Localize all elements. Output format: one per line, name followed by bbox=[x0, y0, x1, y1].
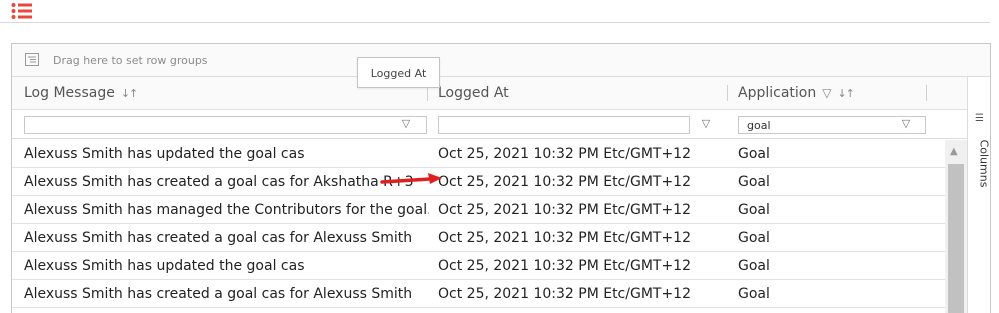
table-row[interactable]: Alexuss Smith has created a goal cas for… bbox=[12, 168, 967, 196]
log-message-cell: Alexuss Smith has managed the Contributo… bbox=[24, 202, 429, 218]
log-message-cell: Alexuss Smith has created a goal cas for… bbox=[24, 174, 414, 190]
filter-icon[interactable]: ▽ bbox=[898, 116, 914, 132]
logged-at-filter-input[interactable] bbox=[438, 116, 690, 134]
application-cell: Goal bbox=[738, 230, 770, 246]
log-message-filter-input[interactable] bbox=[24, 116, 427, 134]
filter-row: ▽ ▽ goal ▽ bbox=[12, 110, 967, 139]
log-grid: Drag here to set row groups Log Message ↓… bbox=[11, 43, 991, 313]
table-row[interactable]: Alexuss Smith has updated the goal cas O… bbox=[12, 252, 967, 280]
log-message-cell: Alexuss Smith has created a goal cas for… bbox=[24, 230, 413, 246]
sort-icon[interactable]: ↓↑ bbox=[837, 87, 854, 100]
table-row[interactable]: Alexuss Smith has managed the Contributo… bbox=[12, 196, 967, 224]
header-label: Application bbox=[738, 85, 817, 101]
grid-body: Alexuss Smith has updated the goal cas O… bbox=[12, 140, 967, 308]
logged-at-cell: Oct 25, 2021 10:32 PM Etc/GMT+12 bbox=[438, 286, 691, 302]
table-row[interactable]: Alexuss Smith has updated the goal cas O… bbox=[12, 140, 967, 168]
header-logged-at[interactable]: Logged At bbox=[438, 77, 509, 110]
top-toolbar bbox=[0, 0, 990, 23]
application-cell: Goal bbox=[738, 258, 770, 274]
logged-at-cell: Oct 25, 2021 10:32 PM Etc/GMT+12 bbox=[438, 174, 691, 190]
table-row[interactable]: Alexuss Smith has created a goal cas for… bbox=[12, 280, 967, 308]
logged-at-cell: Oct 25, 2021 10:32 PM Etc/GMT+12 bbox=[438, 230, 691, 246]
column-resize-handle[interactable] bbox=[926, 85, 927, 101]
table-row[interactable]: Alexuss Smith has created a goal cas for… bbox=[12, 224, 967, 252]
application-cell: Goal bbox=[738, 146, 770, 162]
logged-at-cell: Oct 25, 2021 10:32 PM Etc/GMT+12 bbox=[438, 258, 691, 274]
red-arrow-annotation bbox=[380, 173, 442, 184]
application-cell: Goal bbox=[738, 286, 770, 302]
log-message-cell: Alexuss Smith has updated the goal cas bbox=[24, 258, 305, 274]
header-row: Log Message ↓↑ Logged At Application ▽ ↓↑ bbox=[12, 77, 967, 110]
header-label: Log Message bbox=[24, 85, 115, 101]
scroll-up-icon[interactable]: ▲ bbox=[950, 146, 958, 157]
filter-icon[interactable]: ▽ bbox=[398, 116, 414, 132]
header-application[interactable]: Application ▽ ↓↑ bbox=[738, 77, 855, 110]
vertical-scrollbar[interactable]: ▲ bbox=[945, 140, 967, 313]
header-log-message[interactable]: Log Message ↓↑ bbox=[24, 77, 138, 110]
log-message-cell: Alexuss Smith has created a goal cas for… bbox=[24, 286, 413, 302]
row-group-icon bbox=[25, 53, 39, 66]
header-label: Logged At bbox=[438, 85, 509, 101]
sort-icon[interactable]: ↓↑ bbox=[121, 87, 138, 100]
filter-active-icon[interactable]: ▽ bbox=[822, 86, 831, 100]
application-cell: Goal bbox=[738, 202, 770, 218]
logged-at-cell: Oct 25, 2021 10:32 PM Etc/GMT+12 bbox=[438, 202, 691, 218]
columns-tab[interactable]: ☰ Columns bbox=[972, 113, 991, 203]
columns-icon: ☰ bbox=[975, 113, 984, 124]
list-icon[interactable] bbox=[11, 2, 33, 20]
filter-icon[interactable]: ▽ bbox=[698, 116, 714, 132]
log-message-cell: Alexuss Smith has updated the goal cas bbox=[24, 146, 305, 162]
application-cell: Goal bbox=[738, 174, 770, 190]
row-group-hint: Drag here to set row groups bbox=[53, 54, 208, 67]
header-tooltip: Logged At bbox=[357, 57, 440, 88]
logged-at-cell: Oct 25, 2021 10:32 PM Etc/GMT+12 bbox=[438, 146, 691, 162]
scrollbar-thumb[interactable] bbox=[948, 164, 964, 313]
columns-tab-label: Columns bbox=[977, 139, 991, 188]
column-resize-handle[interactable] bbox=[727, 85, 728, 101]
row-group-panel[interactable]: Drag here to set row groups bbox=[12, 44, 990, 77]
side-panel: ☰ Columns bbox=[967, 77, 990, 313]
